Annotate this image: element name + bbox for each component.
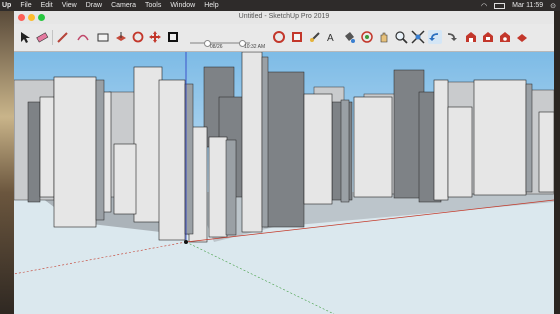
- menu-window[interactable]: Window: [170, 2, 195, 9]
- menu-app-name[interactable]: Up: [2, 2, 11, 9]
- toolbar: 08/26 10:32 AM A: [14, 24, 554, 52]
- menu-draw[interactable]: Draw: [86, 2, 102, 9]
- extension-warehouse-icon[interactable]: [498, 30, 512, 44]
- component-icon[interactable]: [290, 30, 304, 44]
- text-icon[interactable]: A: [325, 30, 339, 44]
- menu-camera[interactable]: Camera: [111, 2, 136, 9]
- menu-help[interactable]: Help: [204, 2, 218, 9]
- offset-icon[interactable]: [166, 30, 180, 44]
- pan-icon[interactable]: [377, 30, 391, 44]
- title-bar: Untitled - SketchUp Pro 2019: [14, 11, 554, 24]
- menu-tools[interactable]: Tools: [145, 2, 161, 9]
- shadow-time-label: 10:32 AM: [244, 44, 266, 50]
- spotlight-icon[interactable]: ⊙: [550, 2, 556, 10]
- rotate-icon[interactable]: [131, 30, 145, 44]
- paint-bucket-icon[interactable]: [342, 30, 356, 44]
- tape-measure-icon[interactable]: [308, 30, 322, 44]
- mac-menu-bar: Up File Edit View Draw Camera Tools Wind…: [0, 0, 560, 11]
- clock[interactable]: Mar 11:59: [512, 2, 543, 9]
- move-icon[interactable]: [148, 30, 162, 44]
- materials-icon[interactable]: [272, 30, 286, 44]
- zoom-icon[interactable]: [394, 30, 408, 44]
- extension-manager-icon[interactable]: [515, 30, 529, 44]
- sketchup-window: Untitled - SketchUp Pro 2019 08/26 10:32…: [14, 11, 554, 314]
- previous-view-icon[interactable]: [428, 30, 442, 44]
- pencil-icon[interactable]: [56, 30, 70, 44]
- share-model-icon[interactable]: [481, 30, 495, 44]
- arc-icon[interactable]: [76, 30, 90, 44]
- orbit-icon[interactable]: [360, 30, 374, 44]
- svg-text:A: A: [327, 33, 334, 44]
- push-pull-icon[interactable]: [114, 30, 128, 44]
- wifi-icon[interactable]: ◠: [481, 2, 487, 10]
- city-model[interactable]: [14, 52, 554, 314]
- next-view-icon[interactable]: [444, 30, 458, 44]
- menu-view[interactable]: View: [62, 2, 77, 9]
- shadow-date-label: 08/26: [210, 44, 223, 50]
- menu-edit[interactable]: Edit: [41, 2, 53, 9]
- select-icon[interactable]: [18, 30, 32, 44]
- menu-file[interactable]: File: [20, 2, 31, 9]
- toolbar-separator: [52, 30, 53, 45]
- green-axis: [185, 241, 335, 314]
- rectangle-icon[interactable]: [96, 30, 110, 44]
- red-axis-negative: [14, 241, 187, 275]
- origin-marker: [184, 240, 188, 244]
- 3d-viewport[interactable]: [14, 52, 554, 314]
- warehouse-icon[interactable]: [464, 30, 478, 44]
- window-title: Untitled - SketchUp Pro 2019: [238, 13, 330, 20]
- desktop-wallpaper-strip-right: [554, 11, 560, 314]
- battery-icon[interactable]: [494, 2, 506, 9]
- zoom-extents-icon[interactable]: [411, 30, 425, 44]
- desktop-wallpaper-strip: [0, 11, 14, 314]
- eraser-icon[interactable]: [35, 30, 49, 44]
